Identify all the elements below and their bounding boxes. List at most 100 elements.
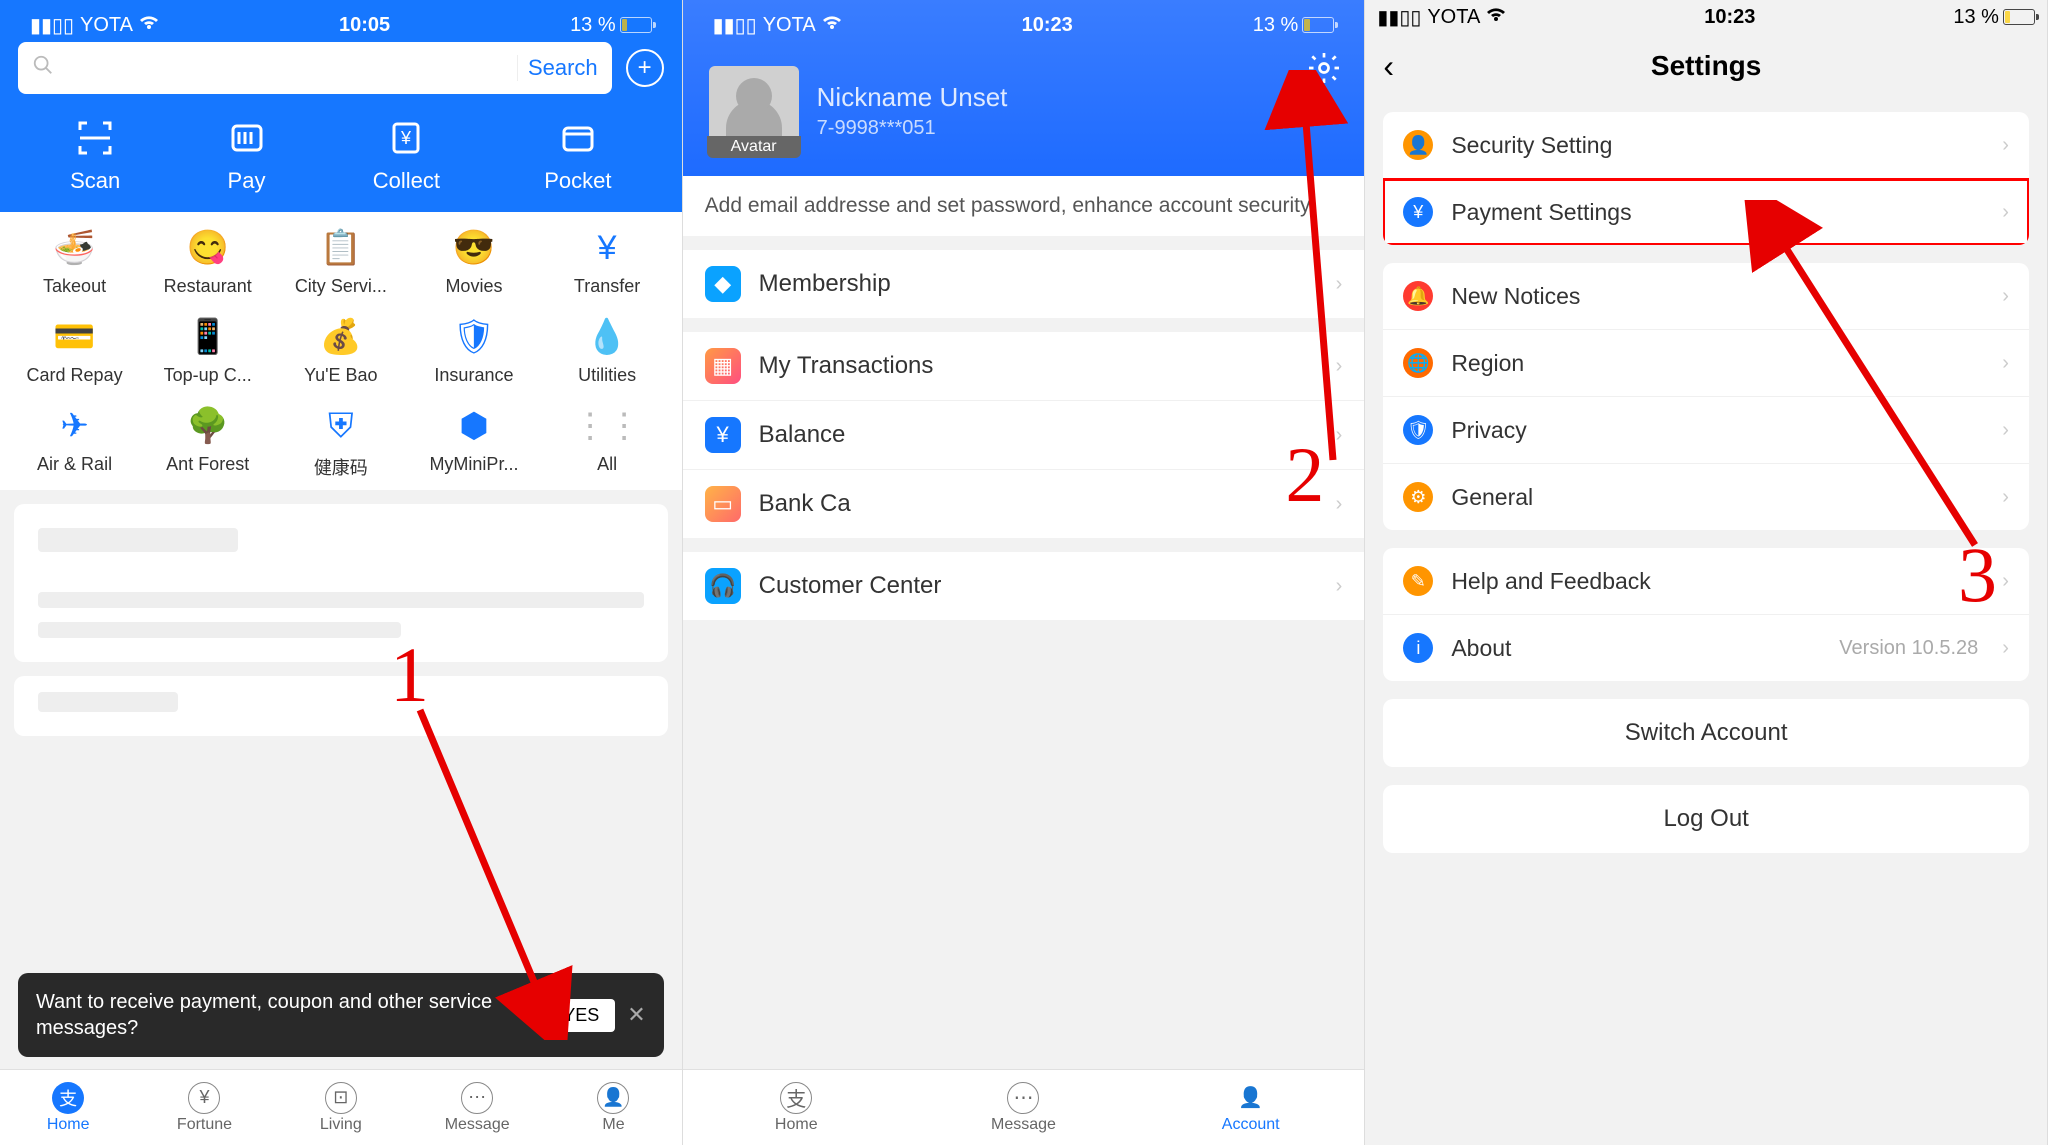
wifi-icon [139,14,159,37]
settings-row-payment-settings[interactable]: ¥Payment Settings› [1383,179,2029,245]
tab-label: Message [445,1116,510,1134]
toast-text: Want to receive payment, coupon and othe… [36,989,535,1041]
settings-row-help-and-feedback[interactable]: ✎Help and Feedback› [1383,548,2029,615]
service-item[interactable]: ⋮⋮All [541,404,674,480]
security-notice[interactable]: Add email addresse and set password, enh… [683,176,1365,236]
avatar[interactable]: Avatar [709,66,799,156]
scan-icon [73,116,117,160]
chevron-right-icon: › [1336,424,1343,447]
settings-row-about[interactable]: iAboutVersion 10.5.28› [1383,615,2029,681]
menu-row-customer-center[interactable]: 🎧Customer Center› [683,552,1365,620]
tab-bar: 支Home¥Fortune⊡Living ⋯ Message 👤Me [0,1069,682,1145]
menu-row-membership[interactable]: ◆Membership› [683,250,1365,318]
settings-row-privacy[interactable]: 🛡Privacy› [1383,397,2029,464]
toast-yes-button[interactable]: YES [547,999,615,1032]
service-label: Top-up C... [164,365,252,386]
toast-close-button[interactable]: ✕ [627,1002,645,1028]
tab-fortune[interactable]: ¥Fortune [136,1070,272,1145]
service-item[interactable]: ¥Transfer [541,226,674,297]
service-item[interactable]: 🍜Takeout [8,226,141,297]
tab-me[interactable]: 👤Me [545,1070,681,1145]
tab-home[interactable]: 支Home [0,1070,136,1145]
service-item[interactable]: ✈Air & Rail [8,404,141,480]
service-label: Utilities [578,365,636,386]
service-label: City Servi... [295,276,387,297]
settings-row-general[interactable]: ⚙General› [1383,464,2029,530]
row-icon: ✎ [1403,566,1433,596]
search-bar[interactable]: Search [18,42,612,94]
tab-account[interactable]: 👤Account [1137,1070,1364,1145]
service-label: MyMiniPr... [429,454,518,475]
menu-row-my-transactions[interactable]: ▦My Transactions› [683,332,1365,401]
pay-icon [225,116,269,160]
service-icon: ⛨ [319,404,363,448]
signal-icon: ▮▮▯▯ [30,13,74,38]
row-icon: ◆ [705,266,741,302]
notification-prompt: Want to receive payment, coupon and othe… [18,973,664,1057]
chevron-right-icon: › [2002,352,2009,375]
tab-label: Home [47,1116,90,1134]
service-icon: 🌳 [186,404,230,448]
add-button[interactable]: + [626,49,664,87]
row-label: Customer Center [759,572,1318,600]
carrier-label: YOTA [1427,6,1480,29]
menu-row-bank-ca[interactable]: ▭Bank Ca› [683,470,1365,538]
battery-pct: 13 % [1953,6,1999,29]
logout-button[interactable]: Log Out [1383,785,2029,853]
service-item[interactable]: 💳Card Repay [8,315,141,386]
service-icon: 📱 [186,315,230,359]
settings-row-security-setting[interactable]: 👤Security Setting› [1383,112,2029,179]
service-item[interactable]: 🛡Insurance [407,315,540,386]
service-item[interactable]: 😎Movies [407,226,540,297]
tab-home[interactable]: 支Home [683,1070,910,1145]
service-item[interactable]: 😋Restaurant [141,226,274,297]
screen-3-settings: ▮▮▯▯ YOTA 10:23 13 % ‹ Settings 👤Securit… [1365,0,2048,1145]
tab-message[interactable]: ⋯Message [910,1070,1137,1145]
tab-living[interactable]: ⊡Living [273,1070,409,1145]
service-icon: 💧 [585,315,629,359]
row-icon: 🔔 [1403,281,1433,311]
screen-1-home: ▮▮▯▯ YOTA 10:05 13 % Search + [0,0,683,1145]
settings-button[interactable] [1306,50,1342,86]
feed-card [14,504,668,662]
signal-icon: ▮▮▯▯ [1377,5,1421,30]
quick-pay[interactable]: Pay [225,116,269,194]
tab-icon: ⋯ [461,1082,493,1114]
service-icon: ¥ [585,226,629,270]
row-label: My Transactions [759,352,1318,380]
service-item[interactable]: 💧 Utilities [541,315,674,386]
service-item[interactable]: ⬢ MyMiniPr... [407,404,540,480]
row-label: Security Setting [1451,132,1984,159]
chevron-right-icon: › [2002,134,2009,157]
row-icon: 🎧 [705,568,741,604]
search-button[interactable]: Search [517,55,598,81]
quick-collect[interactable]: ¥ Collect [373,116,440,194]
search-input[interactable] [54,57,517,80]
quick-pocket[interactable]: Pocket [544,116,611,194]
chevron-right-icon: › [2002,201,2009,224]
service-item[interactable]: 🌳Ant Forest [141,404,274,480]
settings-row-region[interactable]: 🌐Region› [1383,330,2029,397]
service-item[interactable]: ⛨健康码 [274,404,407,480]
service-icon: ⬢ [452,404,496,448]
switch-account-button[interactable]: Switch Account [1383,699,2029,767]
row-icon: ▭ [705,486,741,522]
service-item[interactable]: 📱 Top-up C... [141,315,274,386]
menu-row-balance[interactable]: ¥Balance› [683,401,1365,470]
service-item[interactable]: 📋City Servi... [274,226,407,297]
quick-actions: Scan Pay ¥ Collect Pocket [18,116,664,194]
status-bar: ▮▮▯▯ YOTA 10:23 13 % [1365,0,2047,34]
settings-row-new-notices[interactable]: 🔔New Notices› [1383,263,2029,330]
profile-row[interactable]: Avatar Nickname Unset 7-9998***051 › [701,66,1347,156]
avatar-tag: Avatar [707,136,801,158]
row-icon: i [1403,633,1433,663]
service-item[interactable]: 💰Yu'E Bao [274,315,407,386]
svg-text:¥: ¥ [400,128,412,148]
back-button[interactable]: ‹ [1383,48,1394,85]
nickname-label: Nickname Unset [817,82,1008,113]
skeleton-line [38,528,238,552]
tab-message[interactable]: ⋯ Message [409,1070,545,1145]
status-bar: ▮▮▯▯ YOTA 10:23 13 % [701,8,1347,42]
service-label: Air & Rail [37,454,112,475]
quick-scan[interactable]: Scan [70,116,120,194]
